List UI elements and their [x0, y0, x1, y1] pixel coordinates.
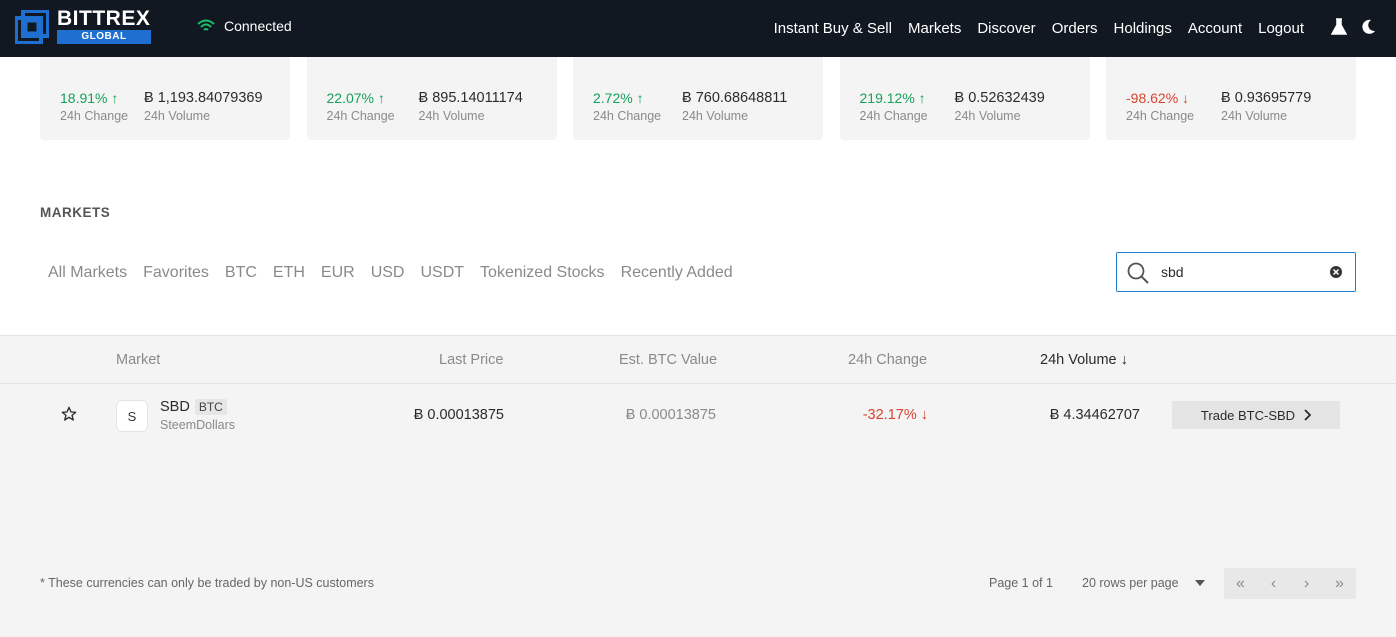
summary-card[interactable]: 22.07% ↑ Ƀ 895.14011174 24h Change 24h V…	[306, 57, 557, 140]
last-price: Ƀ 0.00013875	[413, 407, 504, 423]
column-market[interactable]: Market	[116, 352, 160, 368]
previous-page-button[interactable]: ‹	[1257, 568, 1290, 599]
volume-24h: Ƀ 4.34462707	[1049, 407, 1140, 423]
connection-status-label: Connected	[224, 18, 292, 34]
card-change: 18.91% ↑	[60, 90, 119, 106]
card-volume-label: 24h Volume	[682, 109, 749, 123]
summary-card[interactable]: 18.91% ↑ Ƀ 1,193.84079369 24h Change 24h…	[40, 57, 290, 140]
card-volume: Ƀ 760.68648811	[682, 90, 788, 106]
trade-button[interactable]: Trade BTC-SBD	[1172, 401, 1340, 429]
change-24h: -32.17% ↓	[862, 407, 928, 423]
nav-holdings[interactable]: Holdings	[1114, 20, 1172, 37]
pagination-controls: « ‹ › »	[1224, 568, 1356, 599]
card-volume-label: 24h Volume	[144, 109, 211, 123]
market-tabs: All Markets Favorites BTC ETH EUR USD US…	[48, 264, 749, 282]
logo-subtitle: GLOBAL	[57, 30, 151, 44]
card-change: 2.72% ↑	[593, 90, 644, 106]
double-chevron-right-icon: »	[1335, 574, 1344, 592]
card-change: -98.62% ↓	[1126, 90, 1190, 106]
tab-usd[interactable]: USD	[371, 264, 405, 282]
card-change: 219.12% ↑	[859, 90, 926, 106]
base-currency-badge: BTC	[194, 399, 227, 415]
card-change-label: 24h Change	[859, 109, 928, 123]
card-volume: Ƀ 0.93695779	[1221, 90, 1312, 106]
card-volume-label: 24h Volume	[1221, 109, 1288, 123]
first-page-button[interactable]: «	[1224, 568, 1257, 599]
flask-icon[interactable]	[1330, 18, 1348, 41]
card-volume-label: 24h Volume	[418, 109, 485, 123]
last-page-button[interactable]: »	[1323, 568, 1356, 599]
card-change-label: 24h Change	[1126, 109, 1195, 123]
next-page-button[interactable]: ›	[1290, 568, 1323, 599]
connection-status: Connected	[197, 18, 292, 34]
search-icon	[1126, 261, 1150, 290]
column-last-price[interactable]: Last Price	[439, 352, 503, 368]
nav-discover[interactable]: Discover	[977, 20, 1035, 37]
tab-eth[interactable]: ETH	[273, 264, 305, 282]
summary-card[interactable]: -98.62% ↓ Ƀ 0.93695779 24h Change 24h Vo…	[1106, 57, 1356, 140]
double-chevron-left-icon: «	[1236, 574, 1245, 592]
tab-recently-added[interactable]: Recently Added	[621, 264, 733, 282]
table-row[interactable]: S SBD BTC SteemDollars Ƀ 0.00013875 Ƀ 0.…	[0, 384, 1396, 446]
nav-markets[interactable]: Markets	[908, 20, 961, 37]
market-search[interactable]	[1116, 252, 1356, 292]
card-volume: Ƀ 0.52632439	[954, 90, 1045, 106]
table-header: Market Last Price Est. BTC Value 24h Cha…	[0, 336, 1396, 384]
tab-eur[interactable]: EUR	[321, 264, 355, 282]
column-btc-value[interactable]: Est. BTC Value	[619, 352, 717, 368]
market-name: SteemDollars	[160, 418, 236, 432]
moon-icon[interactable]	[1362, 19, 1376, 40]
card-volume: Ƀ 895.14011174	[418, 90, 523, 106]
card-change: 22.07% ↑	[326, 90, 385, 106]
column-24h-volume[interactable]: 24h Volume ↓	[1040, 352, 1128, 368]
wifi-icon	[197, 19, 215, 31]
card-change-label: 24h Change	[326, 109, 395, 123]
nav-logout[interactable]: Logout	[1258, 20, 1304, 37]
coin-icon: S	[116, 400, 148, 432]
chevron-down-icon	[1194, 580, 1205, 586]
clear-search-icon[interactable]	[1329, 265, 1343, 284]
markets-title: MARKETS	[40, 205, 111, 220]
tab-favorites[interactable]: Favorites	[143, 264, 209, 282]
summary-card[interactable]: 219.12% ↑ Ƀ 0.52632439 24h Change 24h Vo…	[839, 57, 1090, 140]
column-24h-change[interactable]: 24h Change	[848, 352, 927, 368]
main-nav: Instant Buy & Sell Markets Discover Orde…	[758, 0, 1304, 57]
chevron-right-icon	[1304, 409, 1312, 421]
sort-down-icon: ↓	[1120, 352, 1128, 368]
nav-orders[interactable]: Orders	[1052, 20, 1098, 37]
tab-usdt[interactable]: USDT	[420, 264, 464, 282]
bittrex-logo[interactable]: BITTREX GLOBAL	[14, 7, 151, 45]
chevron-right-icon: ›	[1303, 574, 1310, 592]
card-change-label: 24h Change	[593, 109, 662, 123]
tab-all-markets[interactable]: All Markets	[48, 264, 127, 282]
tab-btc[interactable]: BTC	[225, 264, 257, 282]
footnote: * These currencies can only be traded by…	[40, 576, 374, 590]
tab-tokenized-stocks[interactable]: Tokenized Stocks	[480, 264, 605, 282]
summary-card[interactable]: 2.72% ↑ Ƀ 760.68648811 24h Change 24h Vo…	[573, 57, 823, 140]
market-summary-cards: 18.91% ↑ Ƀ 1,193.84079369 24h Change 24h…	[40, 57, 1356, 140]
top-navigation-bar: BITTREX GLOBAL Connected Instant Buy & S…	[0, 0, 1396, 57]
markets-table: Market Last Price Est. BTC Value 24h Cha…	[0, 335, 1396, 637]
btc-value: Ƀ 0.00013875	[625, 407, 716, 423]
nav-instant-buy-sell[interactable]: Instant Buy & Sell	[774, 20, 892, 37]
nav-account[interactable]: Account	[1188, 20, 1242, 37]
favorite-star-icon[interactable]	[61, 406, 77, 427]
rows-per-page-select[interactable]: 20 rows per page	[1082, 576, 1205, 590]
card-change-label: 24h Change	[60, 109, 129, 123]
logo-word: BITTREX	[57, 7, 151, 30]
card-volume: Ƀ 1,193.84079369	[144, 90, 263, 106]
chevron-left-icon: ‹	[1270, 574, 1277, 592]
search-input[interactable]	[1161, 262, 1321, 282]
card-volume-label: 24h Volume	[954, 109, 1021, 123]
page-indicator: Page 1 of 1	[989, 576, 1053, 590]
market-symbol: SBD BTC	[160, 399, 227, 415]
bittrex-logo-mark	[14, 8, 50, 45]
